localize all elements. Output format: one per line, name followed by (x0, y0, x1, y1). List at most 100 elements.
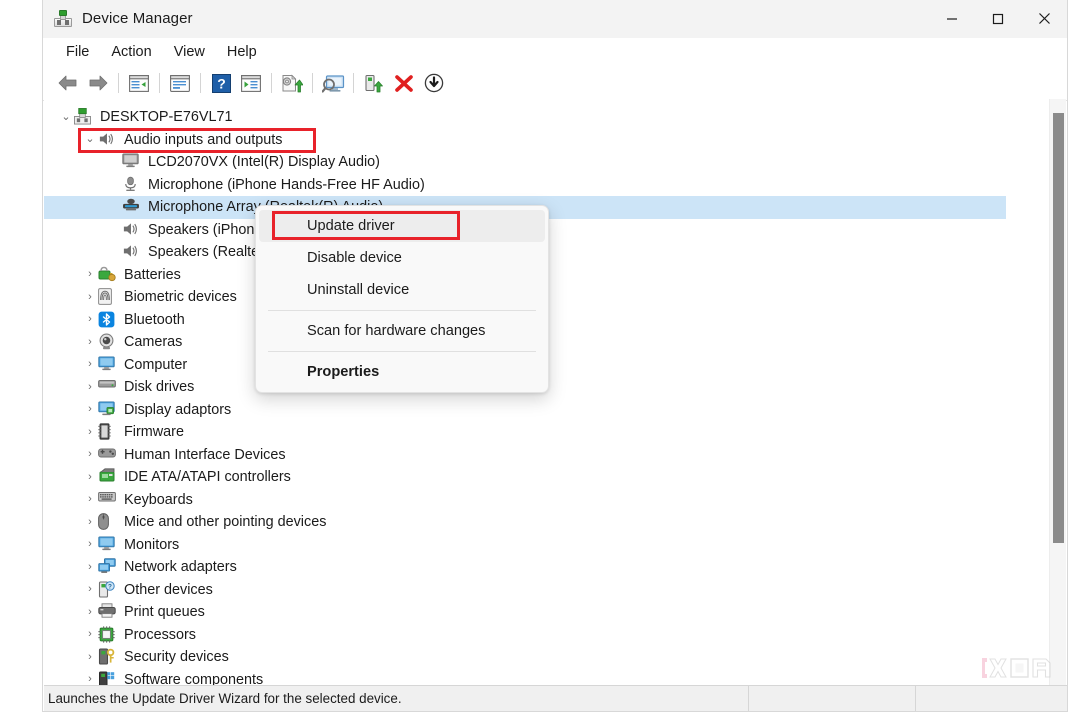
device-tree-panel[interactable]: ⌄ DESKTOP-E76VL71 ⌄ Audio inputs and out… (44, 99, 1066, 685)
maximize-button[interactable] (975, 0, 1021, 37)
chevron-down-icon[interactable]: ⌄ (82, 134, 98, 145)
fingerprint-icon (98, 288, 118, 306)
tree-row-security-devices[interactable]: › Security devices (44, 646, 1006, 669)
back-button[interactable] (53, 69, 83, 97)
screenshot-root: Device Manager File Action View Help ? ⌄… (0, 0, 1068, 712)
vertical-scrollbar[interactable] (1049, 99, 1066, 685)
tree-row-root[interactable]: ⌄ DESKTOP-E76VL71 (44, 106, 1006, 129)
scan-for-hardware-changes-button[interactable] (318, 69, 348, 97)
chevron-right-icon[interactable]: › (82, 314, 98, 325)
properties-icon (170, 74, 190, 92)
context-menu[interactable]: Update driver Disable device Uninstall d… (255, 205, 549, 393)
chevron-down-icon[interactable]: ⌄ (58, 111, 74, 123)
show-hide-console-tree-button[interactable] (124, 69, 154, 97)
device-manager-window: Device Manager File Action View Help ? ⌄… (42, 0, 1068, 712)
software-component-icon (98, 671, 118, 685)
toolbar-separator (271, 73, 272, 93)
help-icon: ? (211, 73, 231, 93)
battery-icon (98, 266, 118, 284)
security-device-icon (98, 648, 118, 666)
svg-text:?: ? (217, 75, 226, 91)
monitor-audio-icon (122, 153, 142, 171)
chevron-right-icon[interactable]: › (82, 516, 98, 528)
chevron-right-icon[interactable]: › (82, 629, 98, 640)
context-menu-item-update-driver[interactable]: Update driver (259, 210, 545, 242)
firmware-icon (98, 423, 118, 441)
mouse-icon (98, 513, 118, 531)
tree-row-mice-and-other-pointing-devices[interactable]: › Mice and other pointing devices (44, 511, 1006, 534)
tree-row-ide-ata-atapi-controllers[interactable]: › IDE ATA/ATAPI controllers (44, 466, 1006, 489)
chevron-right-icon[interactable]: › (82, 336, 98, 348)
tree-row-other-devices[interactable]: › ? Other devices (44, 579, 1006, 602)
show-hide-action-pane-button[interactable] (236, 69, 266, 97)
tree-item-label: Bluetooth (124, 311, 185, 328)
tree-row-human-interface-devices[interactable]: › Human Interface Devices (44, 444, 1006, 467)
menu-file[interactable]: File (55, 42, 100, 62)
chevron-right-icon[interactable]: › (82, 651, 98, 663)
context-menu-item-properties[interactable]: Properties (259, 356, 545, 388)
chevron-right-icon[interactable]: › (82, 449, 98, 460)
minimize-icon (947, 17, 957, 20)
tree-row-network-adapters[interactable]: › Network adapters (44, 556, 1006, 579)
camera-icon (98, 333, 118, 351)
tree-row-audio-inputs-and-outputs[interactable]: ⌄ Audio inputs and outputs (44, 129, 1006, 152)
scrollbar-thumb[interactable] (1053, 113, 1064, 543)
chevron-right-icon[interactable]: › (82, 426, 98, 438)
show-hide-console-tree-icon (129, 74, 149, 92)
close-icon (1038, 13, 1050, 24)
properties-button[interactable] (165, 69, 195, 97)
chevron-right-icon[interactable]: › (82, 539, 98, 550)
chevron-right-icon[interactable]: › (82, 494, 98, 505)
update-driver-button[interactable] (277, 69, 307, 97)
chevron-right-icon[interactable]: › (82, 381, 98, 393)
tree-row-print-queues[interactable]: › Print queues (44, 601, 1006, 624)
context-menu-item-disable-device[interactable]: Disable device (259, 242, 545, 274)
menu-view[interactable]: View (163, 42, 216, 62)
caption-buttons (929, 0, 1067, 37)
menu-action[interactable]: Action (100, 42, 162, 62)
chevron-right-icon[interactable]: › (82, 674, 98, 685)
minimize-button[interactable] (929, 0, 975, 37)
tree-row-processors[interactable]: › Processors (44, 624, 1006, 647)
close-button[interactable] (1021, 0, 1067, 37)
tree-item-label: IDE ATA/ATAPI controllers (124, 469, 291, 486)
update-driver-icon (282, 74, 303, 92)
maximize-icon (992, 13, 1004, 24)
chevron-right-icon[interactable]: › (82, 269, 98, 280)
chevron-right-icon[interactable]: › (82, 471, 98, 483)
device-manager-icon (54, 9, 72, 28)
tree-row-display-adaptors[interactable]: › Display adaptors (44, 399, 1006, 422)
tree-row-software-components[interactable]: › Software components (44, 669, 1006, 685)
context-menu-item-uninstall-device[interactable]: Uninstall device (259, 274, 545, 306)
chevron-right-icon[interactable]: › (82, 561, 98, 573)
chevron-right-icon[interactable]: › (82, 291, 98, 303)
tree-row-monitors[interactable]: › Monitors (44, 534, 1006, 557)
context-menu-item-scan-for-hardware-changes[interactable]: Scan for hardware changes (259, 315, 545, 347)
enable-device-button[interactable] (359, 69, 389, 97)
tree-row-microphone-iphone[interactable]: Microphone (iPhone Hands-Free HF Audio) (44, 174, 1006, 197)
disable-device-button[interactable] (419, 69, 449, 97)
chevron-right-icon[interactable]: › (82, 404, 98, 415)
toolbar: ? (43, 66, 1067, 101)
window-title: Device Manager (82, 10, 193, 27)
tree-item-label: Mice and other pointing devices (124, 514, 327, 531)
chevron-right-icon[interactable]: › (82, 359, 98, 370)
tree-item-label: Network adapters (124, 559, 237, 576)
chevron-right-icon[interactable]: › (82, 584, 98, 595)
other-devices-icon: ? (98, 581, 118, 599)
help-button[interactable]: ? (206, 69, 236, 97)
tree-row-keyboards[interactable]: › Keyboards (44, 489, 1006, 512)
uninstall-device-button[interactable] (389, 69, 419, 97)
tree-row-firmware[interactable]: › Firmware (44, 421, 1006, 444)
show-hide-action-pane-icon (241, 74, 261, 92)
computer-root-icon (74, 108, 94, 126)
toolbar-separator (312, 73, 313, 93)
disable-device-icon (424, 73, 444, 93)
tree-item-label: Audio inputs and outputs (124, 131, 283, 148)
menu-help[interactable]: Help (216, 42, 268, 62)
forward-button[interactable] (83, 69, 113, 97)
display-adapter-icon (98, 401, 118, 419)
context-menu-separator (268, 310, 536, 311)
tree-row-lcd2070vx[interactable]: LCD2070VX (Intel(R) Display Audio) (44, 151, 1006, 174)
chevron-right-icon[interactable]: › (82, 606, 98, 618)
